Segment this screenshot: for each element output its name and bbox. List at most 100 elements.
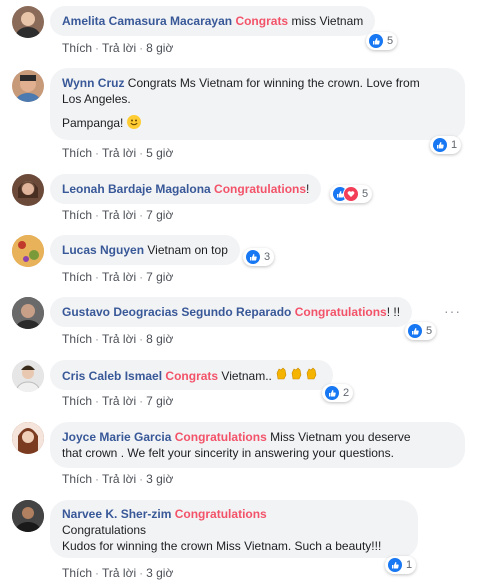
like-reaction-icon xyxy=(387,557,403,573)
commenter-name[interactable]: Cris Caleb Ismael xyxy=(62,369,162,383)
like-link[interactable]: Thích xyxy=(62,146,92,160)
comment-bubble: Joyce Marie Garcia Congratulations Miss … xyxy=(50,422,465,468)
separator: · xyxy=(139,394,144,408)
reply-link[interactable]: Trả lời xyxy=(102,332,136,346)
reply-link[interactable]: Trả lời xyxy=(102,566,136,580)
reaction-count[interactable]: 1 xyxy=(430,136,462,154)
congrats-highlight: Congrats xyxy=(235,14,289,28)
reaction-number: 5 xyxy=(387,35,394,47)
reaction-number: 5 xyxy=(426,325,433,337)
like-link[interactable]: Thích xyxy=(62,394,92,408)
timestamp[interactable]: 8 giờ xyxy=(146,332,173,346)
commenter-name[interactable]: Lucas Nguyen xyxy=(62,243,144,257)
timestamp[interactable]: 8 giờ xyxy=(146,41,173,55)
reaction-count[interactable]: 1 xyxy=(385,556,417,574)
reaction-count[interactable]: 5 xyxy=(366,32,398,50)
reaction-number: 1 xyxy=(406,559,413,571)
comment-actions: Thích · Trả lời · 7 giờ xyxy=(62,208,173,222)
commenter-name[interactable]: Wynn Cruz xyxy=(62,76,124,90)
like-reaction-icon xyxy=(368,33,384,49)
comment-text: ! xyxy=(306,182,310,196)
comment-actions: Thích · Trả lời · 3 giờ xyxy=(62,472,173,486)
separator: · xyxy=(139,208,144,222)
avatar[interactable] xyxy=(12,174,44,206)
comment-text: Pampanga! xyxy=(62,116,124,130)
commenter-name[interactable]: Amelita Camasura Macarayan xyxy=(62,14,232,28)
separator: · xyxy=(95,472,100,486)
reply-link[interactable]: Trả lời xyxy=(102,41,136,55)
timestamp[interactable]: 3 giờ xyxy=(146,566,173,580)
comment-bubble: Amelita Camasura Macarayan Congrats miss… xyxy=(50,6,376,36)
comment-text: Miss Vietnam you deserve xyxy=(266,430,411,444)
timestamp[interactable]: 3 giờ xyxy=(146,472,173,486)
reply-link[interactable]: Trả lời xyxy=(102,208,136,222)
timestamp[interactable]: 5 giờ xyxy=(146,146,173,160)
congrats-highlight: Congratulations xyxy=(294,305,387,319)
comment-text: Congrats Ms Vietnam for winning the crow… xyxy=(124,76,420,90)
reply-link[interactable]: Trả lời xyxy=(102,146,136,160)
comment-text: that crown . We felt your sincerity in a… xyxy=(62,446,394,460)
congrats-highlight: Congratulations xyxy=(174,430,267,444)
like-link[interactable]: Thích xyxy=(62,208,92,222)
reply-link[interactable]: Trả lời xyxy=(102,270,136,284)
separator: · xyxy=(139,41,144,55)
reaction-number: 3 xyxy=(264,251,271,263)
avatar[interactable] xyxy=(12,70,44,102)
avatar[interactable] xyxy=(12,235,44,267)
comment-bubble: Narvee K. Sher-zim Congratulations Congr… xyxy=(50,500,418,558)
reaction-count[interactable]: 3 xyxy=(243,248,275,266)
more-options-icon[interactable]: ··· xyxy=(444,303,461,319)
separator: · xyxy=(139,332,144,346)
separator: · xyxy=(95,146,100,160)
congrats-highlight: Congratulations xyxy=(174,507,267,521)
separator: · xyxy=(95,566,100,580)
like-link[interactable]: Thích xyxy=(62,472,92,486)
timestamp[interactable]: 7 giờ xyxy=(146,270,173,284)
comment-text: ! !! xyxy=(386,305,401,319)
timestamp[interactable]: 7 giờ xyxy=(146,208,173,222)
reply-link[interactable]: Trả lời xyxy=(102,472,136,486)
reply-link[interactable]: Trả lời xyxy=(102,394,136,408)
avatar[interactable] xyxy=(12,6,44,38)
comment-actions: Thích · Trả lời · 8 giờ xyxy=(62,41,173,55)
like-link[interactable]: Thích xyxy=(62,332,92,346)
separator: · xyxy=(95,41,100,55)
comment-text: Congratulations xyxy=(62,523,147,537)
comment-bubble: Cris Caleb Ismael Congrats Vietnam.. xyxy=(50,360,334,390)
commenter-name[interactable]: Joyce Marie Garcia xyxy=(62,430,171,444)
reaction-count[interactable]: 5 xyxy=(405,322,437,340)
reaction-number: 2 xyxy=(343,387,350,399)
like-reaction-icon xyxy=(324,385,340,401)
avatar[interactable] xyxy=(12,360,44,392)
separator: · xyxy=(139,472,144,486)
like-reaction-icon xyxy=(407,323,423,339)
comment-actions: Thích · Trả lời · 5 giờ xyxy=(62,146,173,160)
avatar[interactable] xyxy=(12,422,44,454)
comment-text: Los Angeles. xyxy=(62,92,131,106)
timestamp[interactable]: 7 giờ xyxy=(146,394,173,408)
separator: · xyxy=(95,270,100,284)
comment-bubble: Lucas Nguyen Vietnam on top xyxy=(50,235,240,265)
reaction-number: 5 xyxy=(362,188,369,200)
like-link[interactable]: Thích xyxy=(62,270,92,284)
comment-actions: Thích · Trả lời · 7 giờ xyxy=(62,270,173,284)
like-link[interactable]: Thích xyxy=(62,566,92,580)
like-reaction-icon xyxy=(245,249,261,265)
comment-text: Kudos for winning the crown Miss Vietnam… xyxy=(62,539,382,553)
reaction-count[interactable]: 5 xyxy=(330,185,373,203)
commenter-name[interactable]: Gustavo Deogracias Segundo Reparado xyxy=(62,305,291,319)
commenter-name[interactable]: Narvee K. Sher-zim xyxy=(62,507,171,521)
avatar[interactable] xyxy=(12,297,44,329)
commenter-name[interactable]: Leonah Bardaje Magalona xyxy=(62,182,211,196)
comment-actions: Thích · Trả lời · 8 giờ xyxy=(62,332,173,346)
separator: · xyxy=(139,566,144,580)
like-link[interactable]: Thích xyxy=(62,41,92,55)
separator: · xyxy=(139,146,144,160)
comment-bubble: Wynn Cruz Congrats Ms Vietnam for winnin… xyxy=(50,68,465,140)
reaction-count[interactable]: 2 xyxy=(322,384,354,402)
love-reaction-icon xyxy=(343,186,359,202)
congrats-highlight: Congratulations xyxy=(214,182,307,196)
avatar[interactable] xyxy=(12,500,44,532)
comment-actions: Thích · Trả lời · 7 giờ xyxy=(62,394,173,408)
like-reaction-icon xyxy=(432,137,448,153)
